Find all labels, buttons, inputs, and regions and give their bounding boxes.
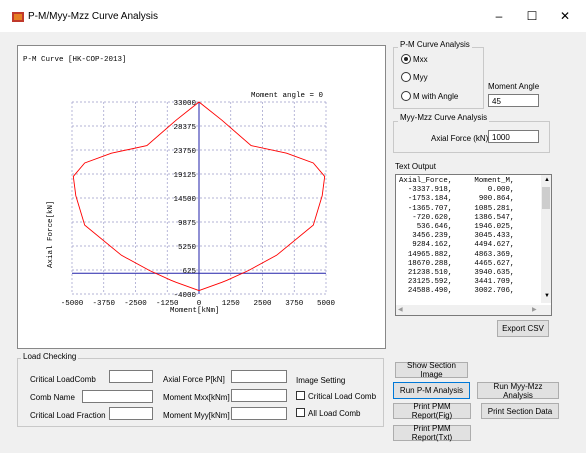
moment-myy-field[interactable]: [231, 407, 287, 420]
moment-angle-label: Moment Angle: [488, 82, 540, 91]
print-pmm-report-txt-button[interactable]: Print PMM Report(Txt): [393, 424, 471, 442]
y-tick-label: 28375: [173, 124, 196, 132]
all-load-comb-checkbox[interactable]: [296, 408, 305, 417]
image-setting-label: Image Setting: [296, 376, 346, 385]
comb-name-label: Comb Name: [30, 393, 75, 402]
plot-panel: P-M Curve [HK-COP-2013] Moment angle = 0…: [17, 45, 386, 349]
critical-loadcomb-label: Critical LoadComb: [30, 375, 96, 384]
moment-myy-label: Moment Myy[kNm]: [163, 411, 230, 420]
y-tick-label: -4000: [173, 292, 196, 300]
y-axis-label: Axial Force[kN]: [47, 200, 55, 268]
radio-myy[interactable]: [401, 72, 411, 82]
critical-load-fraction-label: Critical Load Fraction: [30, 411, 106, 420]
x-axis-label: Moment[kNm]: [170, 307, 220, 315]
scrollbar-thumb[interactable]: [542, 187, 550, 209]
radio-mxx-label: Mxx: [413, 55, 428, 64]
window-title: P-M/Myy-Mzz Curve Analysis: [28, 11, 159, 22]
export-csv-button[interactable]: Export CSV: [497, 320, 549, 337]
text-output-label: Text Output: [395, 162, 436, 171]
y-tick-label: 14500: [173, 196, 196, 204]
all-load-comb-label: All Load Comb: [308, 409, 361, 418]
critical-loadcomb-field[interactable]: [109, 370, 153, 383]
y-tick-label: 5250: [178, 244, 197, 252]
myy-mzz-group-title: Myy-Mzz Curve Analysis: [398, 113, 490, 122]
y-tick-label: 9875: [178, 220, 197, 228]
run-pm-analysis-button[interactable]: Run P-M Analysis: [393, 382, 470, 399]
x-tick-label: -2500: [124, 300, 147, 308]
comb-name-field[interactable]: [82, 390, 153, 403]
scroll-right-icon[interactable]: ▶: [532, 306, 537, 313]
critical-load-fraction-field[interactable]: [109, 407, 153, 420]
x-tick-label: 1250: [222, 300, 241, 308]
moment-mxx-field[interactable]: [231, 389, 287, 402]
y-tick-label: 625: [182, 268, 196, 276]
x-tick-label: 2500: [253, 300, 272, 308]
axial-force-p-field[interactable]: [231, 370, 287, 383]
load-checking-title: Load Checking: [21, 352, 79, 361]
title-bar: P-M/Myy-Mzz Curve Analysis – ☐ ✕: [0, 0, 586, 32]
moment-angle-input[interactable]: 45: [488, 94, 539, 107]
y-tick-label: 19125: [173, 172, 196, 180]
text-output-content: Axial_Force, Moment_M, -3337.918, 0.000,…: [399, 177, 515, 296]
y-tick-label: 23750: [173, 148, 196, 156]
radio-m-with-angle-label: M with Angle: [413, 92, 459, 101]
scroll-left-icon[interactable]: ◀: [398, 306, 403, 313]
axial-force-label: Axial Force (kN): [431, 134, 489, 143]
moment-angle-annotation: Moment angle = 0: [251, 92, 324, 100]
axial-force-p-label: Axial Force P[kN]: [163, 375, 225, 384]
x-tick-label: -1250: [156, 300, 179, 308]
horizontal-scrollbar[interactable]: ◀ ▶: [396, 305, 551, 315]
radio-mxx[interactable]: [401, 54, 411, 64]
critical-load-comb-checkbox[interactable]: [296, 391, 305, 400]
pm-analysis-group-title: P-M Curve Analysis: [398, 40, 472, 49]
scroll-up-icon[interactable]: ▲: [544, 177, 550, 183]
axial-force-input[interactable]: 1000: [488, 130, 539, 143]
maximize-button[interactable]: ☐: [520, 6, 544, 26]
show-section-image-button[interactable]: Show Section Image: [395, 361, 468, 379]
close-button[interactable]: ✕: [553, 6, 577, 26]
radio-m-with-angle[interactable]: [401, 91, 411, 101]
scroll-down-icon[interactable]: ▼: [544, 293, 550, 299]
run-myy-mzz-analysis-button[interactable]: Run Myy-Mzz Analysis: [477, 382, 559, 400]
radio-myy-label: Myy: [413, 73, 428, 82]
x-tick-label: -5000: [61, 300, 84, 308]
print-pmm-report-fig-button[interactable]: Print PMM Report(Fig): [393, 402, 471, 420]
plot-header: P-M Curve [HK-COP-2013]: [23, 56, 127, 64]
moment-mxx-label: Moment Mxx[kNm]: [163, 393, 230, 402]
x-tick-label: 0: [197, 300, 202, 308]
x-tick-label: -3750: [92, 300, 115, 308]
text-output-box[interactable]: Axial_Force, Moment_M, -3337.918, 0.000,…: [395, 174, 552, 316]
x-tick-label: 5000: [317, 300, 336, 308]
pm-curve-chart: P-M Curve [HK-COP-2013] Moment angle = 0…: [23, 56, 336, 315]
x-tick-label: 3750: [285, 300, 304, 308]
vertical-scrollbar[interactable]: ▲ ▼: [541, 175, 551, 303]
app-icon: [12, 12, 24, 22]
minimize-button[interactable]: –: [487, 6, 511, 26]
critical-load-comb-label: Critical Load Comb: [308, 392, 377, 401]
print-section-data-button[interactable]: Print Section Data: [481, 403, 559, 419]
